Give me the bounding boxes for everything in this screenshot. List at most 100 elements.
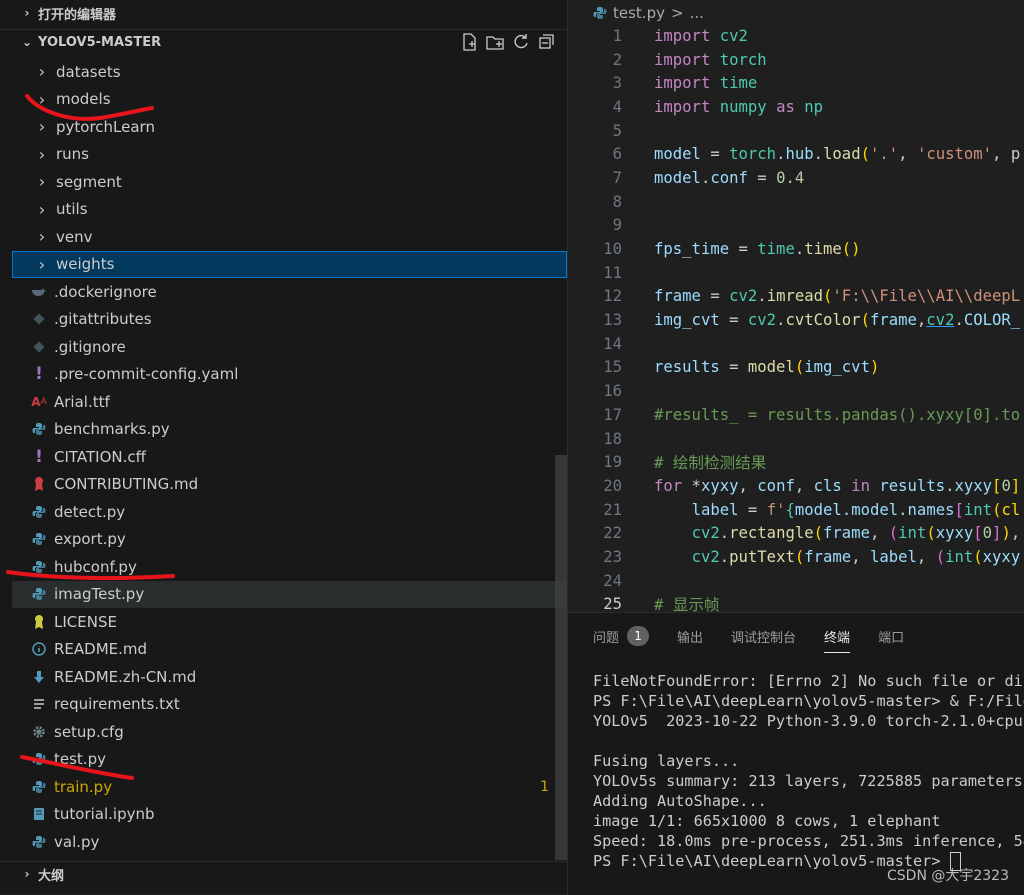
python-icon xyxy=(593,7,607,19)
tree-item-label: hubconf.py xyxy=(54,557,137,576)
line-number: 25 xyxy=(603,595,622,612)
code-line: 4 import numpy as np xyxy=(568,95,1024,119)
code-line: 16 xyxy=(568,379,1024,403)
outline-label: 大纲 xyxy=(38,868,65,884)
line-number: 1 xyxy=(612,26,622,45)
chevron-right-icon: › xyxy=(38,117,46,137)
tree-file[interactable]: setup.cfg xyxy=(12,718,567,746)
tree-item-label: requirements.txt xyxy=(54,695,180,714)
python-icon xyxy=(30,835,48,849)
tree-file[interactable]: CONTRIBUTING.md xyxy=(12,471,567,499)
tree-file[interactable]: tutorial.ipynb xyxy=(12,801,567,829)
code-line: 3 import time xyxy=(568,71,1024,95)
lines-icon xyxy=(30,698,48,710)
tree-file[interactable]: imagTest.py xyxy=(12,580,567,608)
tree-file[interactable]: A A Arial.ttf xyxy=(12,388,567,416)
code-line: 22 cv2.rectangle(frame, (int(xyxy[0]), xyxy=(568,521,1024,545)
new-file-icon[interactable] xyxy=(459,32,479,52)
tree-file[interactable]: val.py xyxy=(12,828,567,856)
gear-icon xyxy=(30,725,48,739)
refresh-icon[interactable] xyxy=(511,32,531,52)
tree-folder[interactable]: › weights xyxy=(12,250,567,278)
code-line: 13 img_cvt = cv2.cvtColor(frame,cv2.COLOR… xyxy=(568,308,1024,332)
tree-file[interactable]: requirements.txt xyxy=(12,691,567,719)
line-number: 4 xyxy=(612,97,622,116)
tree-folder[interactable]: › models xyxy=(12,86,567,114)
tree-file[interactable]: .gitattributes xyxy=(12,306,567,334)
breadcrumb-file[interactable]: test.py xyxy=(613,4,665,22)
tree-folder[interactable]: › utils xyxy=(12,196,567,224)
tree-file[interactable]: LICENSE xyxy=(12,608,567,636)
tree-file[interactable]: ! CITATION.cff xyxy=(12,443,567,471)
code-line: 15 results = model(img_cvt) xyxy=(568,356,1024,380)
sidebar-scrollbar[interactable] xyxy=(555,455,567,860)
tab-debug-console[interactable]: 调试控制台 xyxy=(731,625,796,647)
chevron-right-icon: › xyxy=(38,227,46,247)
code-line: 7 model.conf = 0.4 xyxy=(568,166,1024,190)
open-editors-header[interactable]: › 打开的编辑器 xyxy=(0,1,567,25)
chevron-right-icon: › xyxy=(38,89,46,109)
line-number: 15 xyxy=(603,358,622,377)
line-number: 8 xyxy=(612,192,622,211)
tree-folder[interactable]: › venv xyxy=(12,223,567,251)
tree-file[interactable]: README.zh-CN.md xyxy=(12,663,567,691)
tab-output[interactable]: 输出 xyxy=(677,625,703,647)
chevron-right-icon: › xyxy=(24,867,30,881)
tree-item-label: val.py xyxy=(54,832,100,851)
tree-folder[interactable]: › pytorchLearn xyxy=(12,113,567,141)
tree-item-label: Arial.ttf xyxy=(54,392,110,411)
line-number: 5 xyxy=(612,121,622,140)
tree-item-label: tutorial.ipynb xyxy=(54,805,155,824)
line-number: 17 xyxy=(603,405,622,424)
watermark: CSDN @大宇2323 xyxy=(887,868,1009,884)
breadcrumb-more[interactable]: ... xyxy=(690,4,704,22)
tree-file[interactable]: .gitignore xyxy=(12,333,567,361)
tree-item-label: utils xyxy=(56,200,88,219)
tree-item-label: .gitattributes xyxy=(54,310,152,329)
tree-file[interactable]: train.py 1 xyxy=(12,773,567,801)
code-line: 1 import cv2 xyxy=(568,24,1024,48)
line-number: 9 xyxy=(612,216,622,235)
tree-file[interactable]: benchmarks.py xyxy=(12,416,567,444)
line-number: 16 xyxy=(603,382,622,401)
chevron-right-icon: › xyxy=(38,62,46,82)
file-tree: › datasets › models › pytorchLearn › runs › segme… xyxy=(12,58,567,856)
explorer-sidebar: › 打开的编辑器 ⌄ YOLOV5-MASTER › datasets › model… xyxy=(0,0,567,894)
tree-folder[interactable]: › runs xyxy=(12,141,567,169)
tree-item-label: weights xyxy=(56,255,115,274)
line-number: 24 xyxy=(603,571,622,590)
line-number: 7 xyxy=(612,168,622,187)
new-folder-icon[interactable] xyxy=(485,32,505,52)
tree-item-label: CITATION.cff xyxy=(54,447,146,466)
git-icon xyxy=(30,341,48,353)
project-header[interactable]: ⌄ YOLOV5-MASTER xyxy=(0,29,567,54)
tree-file[interactable]: detect.py xyxy=(12,498,567,526)
chevron-down-icon: ⌄ xyxy=(21,35,33,49)
tree-folder[interactable]: › datasets xyxy=(12,58,567,86)
code-line: 12 frame = cv2.imread('F:\\File\\AI\\deep… xyxy=(568,285,1024,309)
tree-file[interactable]: ! .pre-commit-config.yaml xyxy=(12,361,567,389)
python-icon xyxy=(30,532,48,546)
code-editor[interactable]: test.py > ... 1 import cv2 2 import torch … xyxy=(567,0,1024,612)
terminal-line: YOLOv5 2023-10-22 Python-3.9.0 torch-2.1… xyxy=(593,712,1023,730)
tab-terminal[interactable]: 终端 xyxy=(824,625,851,653)
tree-file[interactable]: README.md xyxy=(12,636,567,664)
tree-file[interactable]: hubconf.py xyxy=(12,553,567,581)
tree-folder[interactable]: › segment xyxy=(12,168,567,196)
code-line: 14 xyxy=(568,332,1024,356)
tree-file[interactable]: test.py xyxy=(12,746,567,774)
tab-ports[interactable]: 端口 xyxy=(878,625,904,647)
outline-header[interactable]: › 大纲 xyxy=(0,861,567,886)
code-area[interactable]: 1 import cv2 2 import torch 3 import time 4… xyxy=(568,24,1024,612)
tree-file[interactable]: .dockerignore xyxy=(12,278,567,306)
info-icon xyxy=(30,642,48,656)
collapse-all-icon[interactable] xyxy=(537,32,557,52)
tree-item-label: runs xyxy=(56,145,89,164)
bottom-panel: 问题 1 输出 调试控制台 终端 端口 FileNotFoundError: [E… xyxy=(567,612,1024,895)
tree-file[interactable]: export.py xyxy=(12,526,567,554)
line-number: 18 xyxy=(603,429,622,448)
python-icon xyxy=(30,587,48,601)
terminal-output[interactable]: FileNotFoundError: [Errno 2] No such fil… xyxy=(593,671,1024,871)
tab-problems[interactable]: 问题 1 xyxy=(593,625,650,647)
